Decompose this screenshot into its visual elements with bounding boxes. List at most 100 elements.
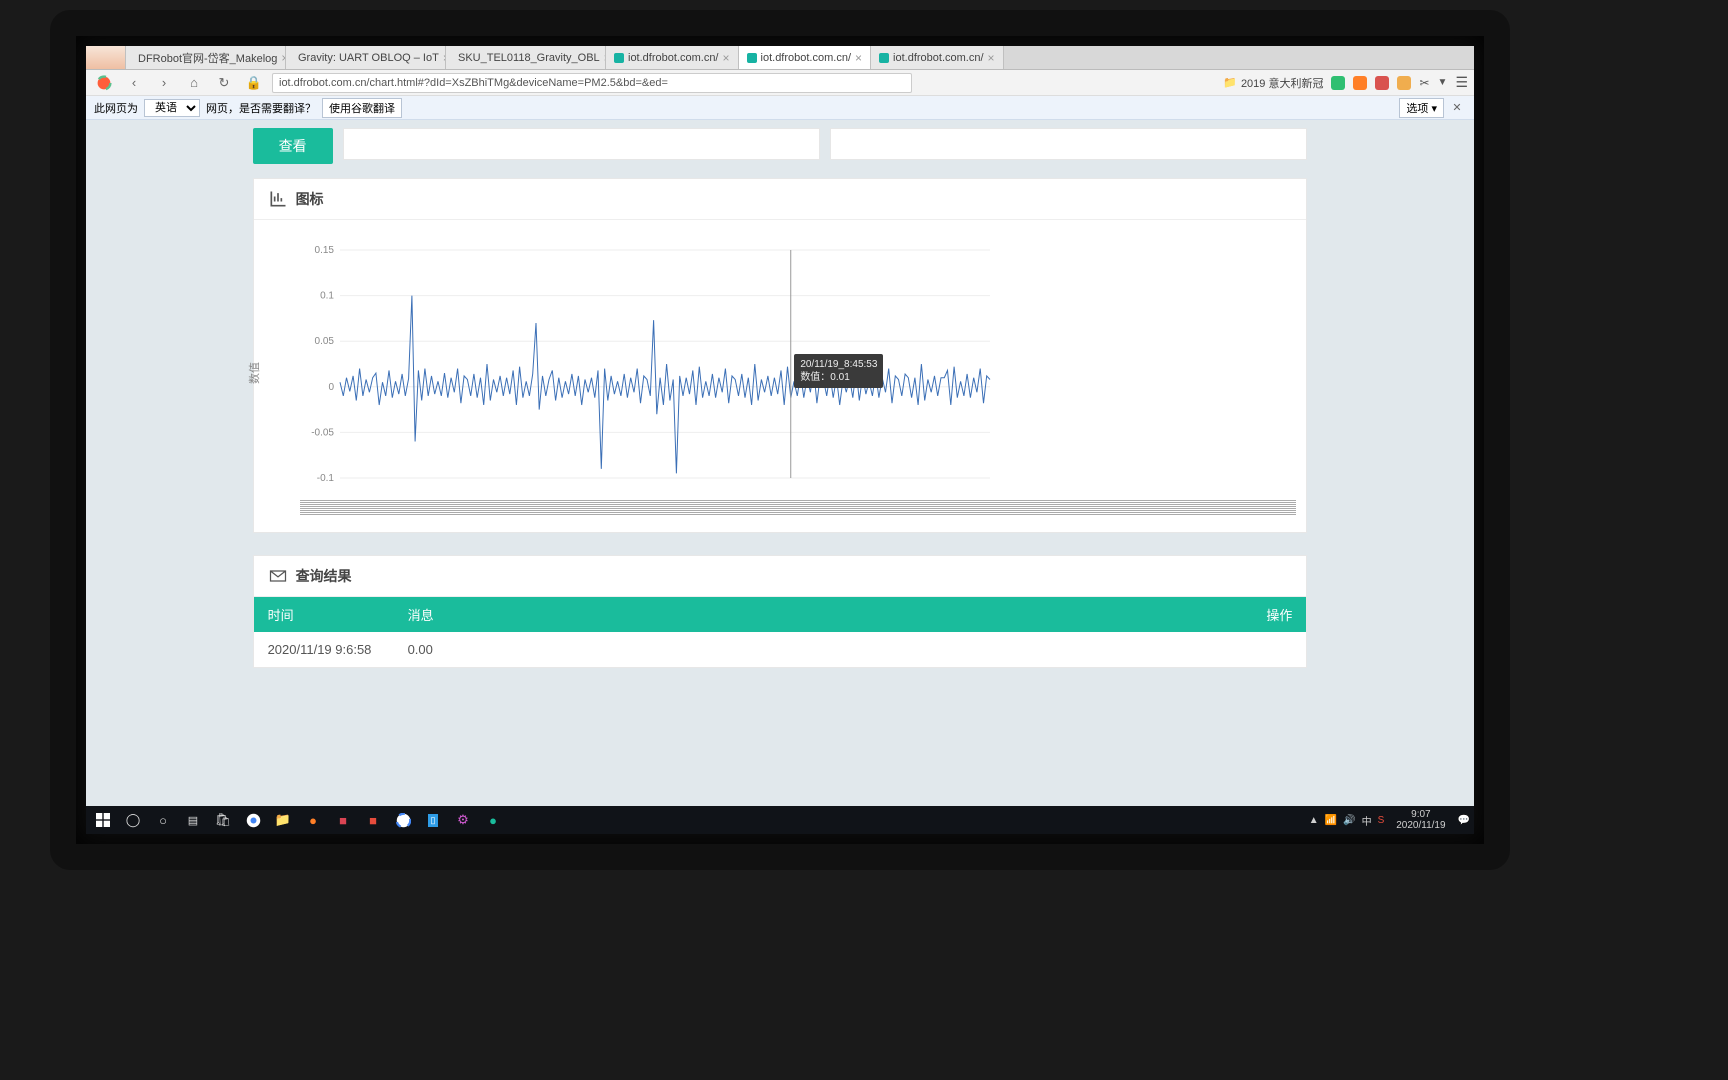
tab-close-icon[interactable]: × bbox=[855, 51, 862, 65]
envelope-icon bbox=[268, 566, 288, 586]
app-logo-icon bbox=[92, 73, 116, 93]
store-icon[interactable]: 🛍 bbox=[210, 809, 236, 831]
nav-forward-icon[interactable]: › bbox=[152, 73, 176, 93]
svg-text:-0.05: -0.05 bbox=[311, 427, 334, 438]
translate-bar: 此网页为 英语 网页，是否需要翻译？ 使用谷歌翻译 选项 ▾ ✕ bbox=[86, 96, 1474, 120]
firefox-icon[interactable]: ● bbox=[300, 809, 326, 831]
explorer-icon[interactable]: 📁 bbox=[270, 809, 296, 831]
page-viewport: 查看 图标 数值 -0.1 -0.05 0 0.05 0.1 0.15 bbox=[86, 120, 1474, 806]
svg-text:-0.1: -0.1 bbox=[316, 473, 334, 484]
task-view-icon[interactable]: ▤ bbox=[180, 809, 206, 831]
translate-lang-select[interactable]: 英语 bbox=[144, 99, 200, 117]
col-time-header: 时间 bbox=[268, 605, 408, 624]
clock-time: 9:07 bbox=[1396, 809, 1445, 820]
tab-label: DFRobot官网-岱客_Makelog bbox=[138, 50, 277, 66]
filter-input[interactable] bbox=[343, 128, 820, 160]
user-avatar[interactable] bbox=[86, 46, 126, 69]
x-axis-labels-block bbox=[300, 500, 1297, 516]
favicon-icon bbox=[614, 53, 624, 63]
extension-icon[interactable] bbox=[1353, 76, 1367, 90]
tab-close-icon[interactable]: × bbox=[723, 51, 730, 65]
translate-button[interactable]: 使用谷歌翻译 bbox=[322, 98, 402, 118]
toolbar-right: 📁 2019 意大利新冠 ✂ ▼ ☰ bbox=[1223, 74, 1468, 91]
tab-close-icon[interactable]: × bbox=[988, 51, 995, 65]
volume-icon[interactable]: 🔊 bbox=[1343, 815, 1355, 826]
svg-text:0.05: 0.05 bbox=[314, 336, 334, 347]
col-msg-header: 消息 bbox=[408, 605, 1233, 624]
nav-back-icon[interactable]: ‹ bbox=[122, 73, 146, 93]
url-input[interactable]: iot.dfrobot.com.cn/chart.html#?dId=XsZBh… bbox=[272, 73, 912, 93]
extension-icon[interactable] bbox=[1375, 76, 1389, 90]
url-text: iot.dfrobot.com.cn/chart.html#?dId=XsZBh… bbox=[279, 77, 668, 89]
chart-panel-head: 图标 bbox=[254, 179, 1307, 220]
translate-options-button[interactable]: 选项 ▾ bbox=[1399, 98, 1444, 118]
folder-icon: 📁 bbox=[1223, 76, 1237, 89]
view-button[interactable]: 查看 bbox=[253, 128, 333, 164]
clock-date: 2020/11/19 bbox=[1396, 820, 1445, 831]
browser-tab[interactable]: iot.dfrobot.com.cn/ × bbox=[606, 46, 739, 69]
browser-tab[interactable]: SKU_TEL0118_Gravity_OBL× bbox=[446, 46, 606, 69]
svg-text:0: 0 bbox=[328, 382, 334, 393]
y-axis-label: 数值 bbox=[246, 362, 262, 384]
app-icon[interactable] bbox=[390, 809, 416, 831]
address-bar: ‹ › ⌂ ↻ 🔒 iot.dfrobot.com.cn/chart.html#… bbox=[86, 70, 1474, 96]
browser-tab[interactable]: iot.dfrobot.com.cn/ × bbox=[871, 46, 1004, 69]
chrome-icon[interactable] bbox=[240, 809, 266, 831]
chart-panel: 图标 数值 -0.1-0.0500.050.10.15 20/11/19_8:4… bbox=[253, 178, 1308, 533]
svg-text:0.15: 0.15 bbox=[314, 245, 334, 256]
reload-icon[interactable]: ↻ bbox=[212, 73, 236, 93]
filter-input[interactable] bbox=[830, 128, 1307, 160]
favicon-icon bbox=[879, 53, 889, 63]
svg-text:0.1: 0.1 bbox=[320, 291, 334, 302]
notifications-icon[interactable]: 💬 bbox=[1458, 815, 1470, 826]
translate-close-icon[interactable]: ✕ bbox=[1448, 99, 1466, 117]
taskbar-clock[interactable]: 9:07 2020/11/19 bbox=[1390, 809, 1451, 831]
settings-icon[interactable]: ⚙ bbox=[450, 809, 476, 831]
ime-icon[interactable]: 中 bbox=[1362, 813, 1372, 828]
bookmark-item[interactable]: 📁 2019 意大利新冠 bbox=[1223, 75, 1323, 91]
system-tray: ▲ 📶 🔊 中 S 9:07 2020/11/19 💬 bbox=[1309, 809, 1470, 831]
app-icon[interactable]: ■ bbox=[330, 809, 356, 831]
cell-msg: 0.00 bbox=[408, 642, 1293, 657]
browser-tab-strip: DFRobot官网-岱客_Makelog×Gravity: UART OBLOQ… bbox=[86, 46, 1474, 70]
browser-tab[interactable]: DFRobot官网-岱客_Makelog× bbox=[126, 46, 286, 69]
home-icon[interactable]: ⌂ bbox=[182, 73, 206, 93]
browser-tab[interactable]: iot.dfrobot.com.cn/× bbox=[739, 46, 872, 69]
tab-label: iot.dfrobot.com.cn/ bbox=[761, 52, 852, 64]
tab-label: Gravity: UART OBLOQ – IoT bbox=[298, 52, 439, 64]
results-header-row: 时间 消息 操作 bbox=[254, 597, 1307, 632]
line-chart[interactable]: -0.1 -0.05 0 0.05 0.1 0.15 bbox=[300, 234, 1000, 494]
tray-up-icon[interactable]: ▲ bbox=[1309, 815, 1319, 826]
windows-taskbar: ◯ ○ ▤ 🛍 📁 ● ■ ■ ▯ ⚙ ● ▲ 📶 🔊 中 S bbox=[86, 806, 1474, 834]
scissors-icon[interactable]: ✂ bbox=[1419, 76, 1429, 90]
results-panel-head: 查询结果 bbox=[254, 556, 1307, 597]
cortana-icon[interactable]: ○ bbox=[150, 809, 176, 831]
tab-label: iot.dfrobot.com.cn/ bbox=[628, 52, 719, 64]
filter-row: 查看 bbox=[253, 120, 1308, 178]
translate-mid: 网页，是否需要翻译？ bbox=[206, 100, 316, 116]
translate-prefix: 此网页为 bbox=[94, 100, 138, 116]
chart-area: 数值 -0.1-0.0500.050.10.15 20/11/19_8:45:5… bbox=[254, 220, 1307, 532]
extension-icon[interactable] bbox=[1397, 76, 1411, 90]
browser-tab[interactable]: Gravity: UART OBLOQ – IoT× bbox=[286, 46, 446, 69]
col-op-header: 操作 bbox=[1232, 605, 1292, 624]
chart-title: 图标 bbox=[296, 189, 324, 209]
lock-icon: 🔒 bbox=[242, 73, 266, 93]
results-title: 查询结果 bbox=[296, 566, 352, 586]
favicon-icon bbox=[747, 53, 757, 63]
page-scroll[interactable]: 查看 图标 数值 -0.1 -0.05 0 0.05 0.1 0.15 bbox=[86, 120, 1474, 806]
tab-label: iot.dfrobot.com.cn/ bbox=[893, 52, 984, 64]
start-button[interactable] bbox=[90, 809, 116, 831]
app-icon[interactable]: ▯ bbox=[420, 809, 446, 831]
cell-time: 2020/11/19 9:6:58 bbox=[268, 642, 408, 657]
chevron-down-icon[interactable]: ▼ bbox=[1438, 77, 1448, 88]
app-icon[interactable]: ■ bbox=[360, 809, 386, 831]
bookmark-label: 2019 意大利新冠 bbox=[1241, 75, 1324, 91]
tray-icon[interactable]: S bbox=[1378, 815, 1385, 826]
extension-icon[interactable] bbox=[1331, 76, 1345, 90]
laptop-frame: DFRobot官网-岱客_Makelog×Gravity: UART OBLOQ… bbox=[50, 10, 1510, 870]
app-icon[interactable]: ● bbox=[480, 809, 506, 831]
menu-icon[interactable]: ☰ bbox=[1455, 74, 1468, 91]
search-icon[interactable]: ◯ bbox=[120, 809, 146, 831]
wifi-icon[interactable]: 📶 bbox=[1325, 815, 1337, 826]
